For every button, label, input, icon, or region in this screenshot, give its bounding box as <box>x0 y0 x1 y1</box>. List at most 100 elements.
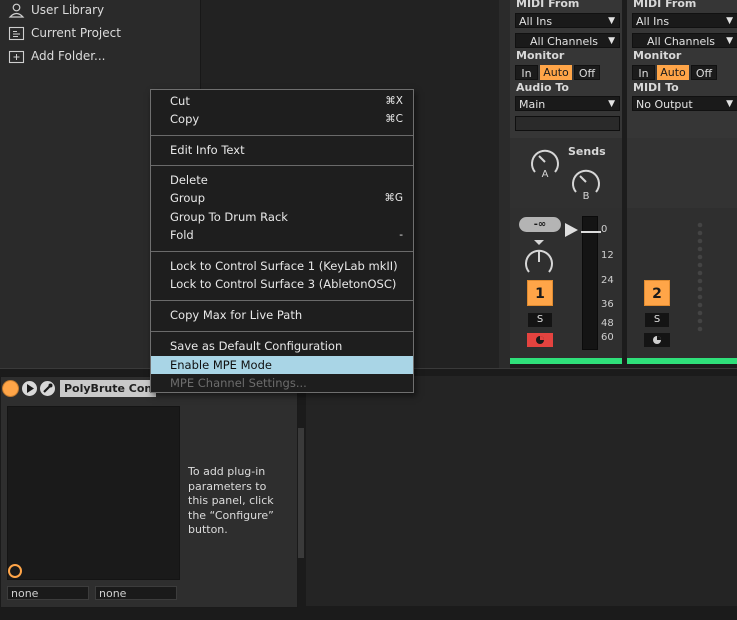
parameter-field[interactable]: none <box>95 586 177 600</box>
midi-channel-value: All Channels <box>647 35 716 48</box>
device-title-bar: PolyBrute Con <box>2 378 157 398</box>
dropdown-arrow-icon: ▼ <box>726 16 733 26</box>
configure-circle-icon[interactable] <box>7 563 23 579</box>
dropdown-arrow-icon: ▼ <box>726 36 733 46</box>
dropdown-arrow-icon: ▼ <box>608 36 615 46</box>
monitor-auto-button[interactable]: Auto <box>540 65 572 80</box>
meter-tick-label: 60 <box>601 332 614 343</box>
monitor-in-button[interactable]: In <box>632 65 655 80</box>
browser-item-add-folder[interactable]: Add Folder... <box>8 47 105 65</box>
fader-pointer-icon <box>565 223 578 237</box>
midi-from-value: All Ins <box>636 15 670 28</box>
device-activator-icon[interactable] <box>2 379 19 397</box>
menu-item-group-to-drum-rack[interactable]: Group To Drum Rack <box>151 208 413 226</box>
menu-item-save-default-config[interactable]: Save as Default Configuration <box>151 337 413 355</box>
midi-channel-select[interactable]: All Channels ▼ <box>632 33 737 48</box>
sends-section: Sends A B <box>510 138 622 208</box>
monitor-off-button[interactable]: Off <box>691 65 717 80</box>
record-arm-icon <box>653 336 661 344</box>
monitor-off-button[interactable]: Off <box>574 65 600 80</box>
menu-item-copy[interactable]: Copy ⌘C <box>151 110 413 128</box>
menu-item-label: Delete <box>170 173 208 187</box>
browser-item-label: Current Project <box>31 26 121 40</box>
monitor-in-button[interactable]: In <box>515 65 538 80</box>
menu-item-label: Cut <box>170 94 190 108</box>
menu-item-label: Save as Default Configuration <box>170 339 343 353</box>
menu-item-lock-surface-1[interactable]: Lock to Control Surface 1 (KeyLab mkII) <box>151 257 413 275</box>
meter-tick-label: 48 <box>601 318 614 329</box>
add-folder-icon <box>8 50 25 63</box>
send-a-label: A <box>542 169 549 180</box>
menu-item-fold[interactable]: Fold - <box>151 226 413 244</box>
browser-item-label: Add Folder... <box>31 49 106 63</box>
monitor-auto-button[interactable]: Auto <box>657 65 689 80</box>
device-chain-empty-area <box>306 376 737 606</box>
arm-button[interactable] <box>527 333 553 347</box>
midi-from-select[interactable]: All Ins ▼ <box>515 13 620 28</box>
midi-to-value: No Output <box>636 98 693 111</box>
menu-shortcut: - <box>399 229 403 241</box>
menu-item-label: Lock to Control Surface 1 (KeyLab mkII) <box>170 259 398 273</box>
midi-to-select[interactable]: No Output ▼ <box>632 96 737 111</box>
meter-dots <box>697 222 703 332</box>
pan-knob[interactable] <box>522 238 556 278</box>
menu-separator <box>151 251 413 252</box>
output-channel-box[interactable] <box>515 116 620 131</box>
menu-item-lock-surface-3[interactable]: Lock to Control Surface 3 (AbletonOSC) <box>151 275 413 293</box>
menu-item-mpe-channel-settings: MPE Channel Settings... <box>151 374 413 392</box>
browser-item-label: User Library <box>31 3 105 17</box>
parameter-field[interactable]: none <box>7 586 89 600</box>
volume-meter[interactable] <box>581 216 601 350</box>
fader-section: -∞ 0 12 24 36 48 60 1 S <box>510 208 622 358</box>
midi-from-label: MIDI From <box>633 0 697 10</box>
mixer: MIDI From All Ins ▼ All Channels ▼ Monit… <box>510 0 737 368</box>
meter-tick-label: 36 <box>601 299 614 310</box>
track-2-activator[interactable]: 2 <box>644 280 670 306</box>
menu-item-label: Fold <box>170 228 194 242</box>
menu-item-label: Group <box>170 191 206 205</box>
midi-channel-value: All Channels <box>530 35 599 48</box>
menu-item-delete[interactable]: Delete <box>151 171 413 189</box>
record-arm-icon <box>536 336 544 344</box>
menu-separator <box>151 331 413 332</box>
macro-panel <box>7 406 180 580</box>
device-scrollbar[interactable] <box>298 428 304 558</box>
browser-item-current-project[interactable]: Current Project <box>8 24 121 42</box>
wrench-icon[interactable] <box>40 380 55 396</box>
menu-item-label: Copy Max for Live Path <box>170 308 303 322</box>
track-2-clip-indicator <box>627 358 737 364</box>
dropdown-arrow-icon: ▼ <box>608 99 615 109</box>
arm-button[interactable] <box>644 333 670 347</box>
context-menu: Cut ⌘X Copy ⌘C Edit Info Text Delete Gro… <box>150 89 414 393</box>
track-2-strip: MIDI From All Ins ▼ All Channels ▼ Monit… <box>627 0 737 360</box>
send-a-knob[interactable]: A <box>527 144 563 182</box>
pane-divider <box>499 0 510 368</box>
dropdown-arrow-icon: ▼ <box>608 16 615 26</box>
menu-item-enable-mpe-mode[interactable]: Enable MPE Mode <box>151 356 413 374</box>
volume-display[interactable]: -∞ <box>519 217 561 232</box>
browser-item-user-library[interactable]: User Library <box>8 1 104 19</box>
solo-button[interactable]: S <box>645 313 669 327</box>
track-1-activator[interactable]: 1 <box>527 280 553 306</box>
menu-item-copy-max-path[interactable]: Copy Max for Live Path <box>151 306 413 324</box>
meter-tick-label: 24 <box>601 275 614 286</box>
fader-section: 2 S <box>627 208 737 358</box>
menu-item-group[interactable]: Group ⌘G <box>151 189 413 207</box>
menu-separator <box>151 300 413 301</box>
menu-item-label: MPE Channel Settings... <box>170 376 307 390</box>
solo-button[interactable]: S <box>528 313 552 327</box>
send-b-label: B <box>583 191 590 202</box>
menu-item-edit-info-text[interactable]: Edit Info Text <box>151 141 413 159</box>
sends-section <box>627 138 737 208</box>
menu-separator <box>151 135 413 136</box>
play-icon[interactable] <box>22 380 37 396</box>
device-title[interactable]: PolyBrute Con <box>60 379 157 397</box>
menu-separator <box>151 165 413 166</box>
midi-from-select[interactable]: All Ins ▼ <box>632 13 737 28</box>
menu-item-cut[interactable]: Cut ⌘X <box>151 92 413 110</box>
midi-channel-select[interactable]: All Channels ▼ <box>515 33 620 48</box>
audio-to-select[interactable]: Main ▼ <box>515 96 620 111</box>
menu-item-label: Group To Drum Rack <box>170 210 288 224</box>
menu-item-label: Edit Info Text <box>170 143 245 157</box>
send-b-knob[interactable]: B <box>568 162 604 202</box>
